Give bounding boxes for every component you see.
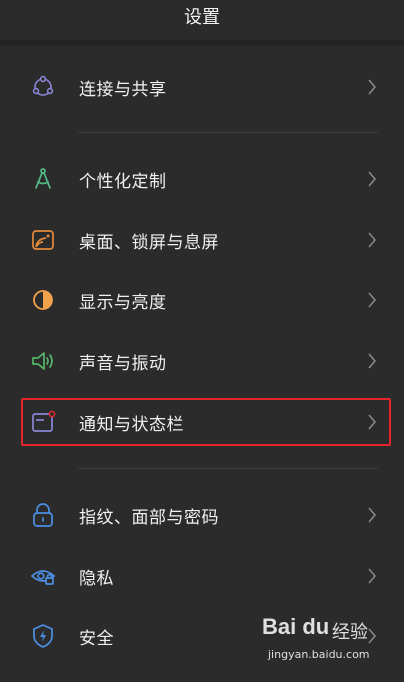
settings-item-label: 连接与共享 — [79, 79, 167, 100]
watermark-brand: Bai du — [262, 614, 330, 639]
settings-item-privacy[interactable]: 隐私 — [0, 548, 404, 604]
watermark-cn: 经验 — [332, 622, 368, 643]
top-separator — [0, 40, 404, 46]
settings-item-connection-sharing[interactable]: 连接与共享 — [0, 59, 404, 115]
settings-item-label: 隐私 — [79, 568, 114, 589]
settings-item-personalization[interactable]: 个性化定制 — [0, 151, 404, 207]
lock-icon — [30, 502, 56, 528]
wallpaper-icon — [30, 227, 56, 253]
section-divider — [78, 132, 378, 133]
chevron-right-icon — [366, 170, 378, 188]
settings-item-fingerprint-face-password[interactable]: 指纹、面部与密码 — [0, 487, 404, 543]
settings-item-label: 个性化定制 — [79, 171, 167, 192]
chevron-right-icon — [366, 352, 378, 370]
baidu-jingyan-watermark: Bai du 经验 jingyan.baidu.com — [262, 614, 380, 670]
settings-item-desktop-lockscreen[interactable]: 桌面、锁屏与息屏 — [0, 212, 404, 268]
header: 设置 — [0, 0, 404, 40]
brightness-icon — [30, 287, 56, 313]
chevron-right-icon — [366, 231, 378, 249]
chevron-right-icon — [366, 567, 378, 585]
page-title: 设置 — [184, 7, 220, 28]
compass-icon — [30, 166, 56, 192]
settings-item-sound-vibration[interactable]: 声音与振动 — [0, 333, 404, 389]
chevron-right-icon — [366, 506, 378, 524]
share-network-icon — [30, 74, 56, 100]
settings-item-label: 指纹、面部与密码 — [79, 507, 219, 528]
section-divider — [78, 468, 378, 469]
speaker-icon — [30, 348, 56, 374]
settings-item-display-brightness[interactable]: 显示与亮度 — [0, 272, 404, 328]
settings-item-label: 桌面、锁屏与息屏 — [79, 232, 219, 253]
watermark-url: jingyan.baidu.com — [268, 648, 370, 661]
shield-icon — [30, 623, 56, 649]
settings-item-label: 声音与振动 — [79, 353, 167, 374]
privacy-eye-icon — [30, 563, 56, 589]
settings-item-label: 显示与亮度 — [79, 292, 167, 313]
highlight-box — [21, 398, 391, 446]
chevron-right-icon — [366, 291, 378, 309]
settings-item-label: 安全 — [79, 628, 114, 649]
chevron-right-icon — [366, 78, 378, 96]
